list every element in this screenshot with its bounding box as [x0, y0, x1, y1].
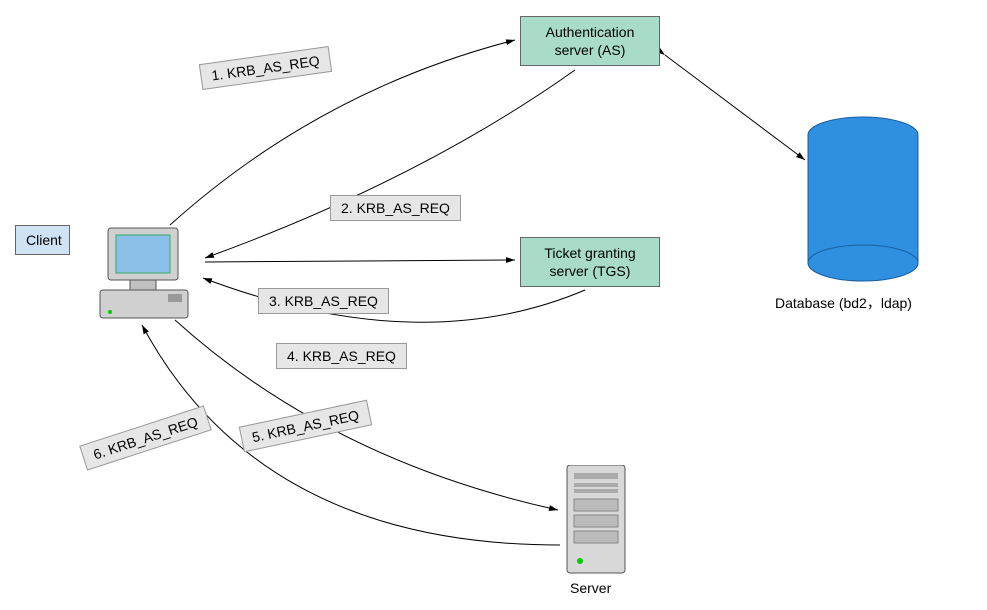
tgs-line2: server (TGS) — [531, 262, 649, 280]
as-line1: Authentication — [531, 23, 649, 41]
database-icon — [803, 115, 923, 288]
message-3: 3. KRB_AS_REQ — [258, 288, 389, 314]
server-icon — [562, 465, 632, 578]
as-line2: server (AS) — [531, 41, 649, 59]
message-2: 2. KRB_AS_REQ — [330, 195, 461, 221]
server-label: Server — [570, 580, 611, 596]
message-1: 1. KRB_AS_REQ — [199, 46, 332, 90]
message-6: 6. KRB_AS_REQ — [79, 405, 212, 470]
message-5: 5. KRB_AS_REQ — [239, 400, 372, 453]
ticket-granting-server-node: Ticket granting server (TGS) — [520, 237, 660, 287]
database-label: Database (bd2，ldap) — [775, 293, 912, 313]
authentication-server-node: Authentication server (AS) — [520, 16, 660, 66]
message-4: 4. KRB_AS_REQ — [276, 343, 407, 369]
computer-icon — [90, 220, 200, 333]
client-node: Client — [15, 225, 70, 255]
tgs-line1: Ticket granting — [531, 244, 649, 262]
